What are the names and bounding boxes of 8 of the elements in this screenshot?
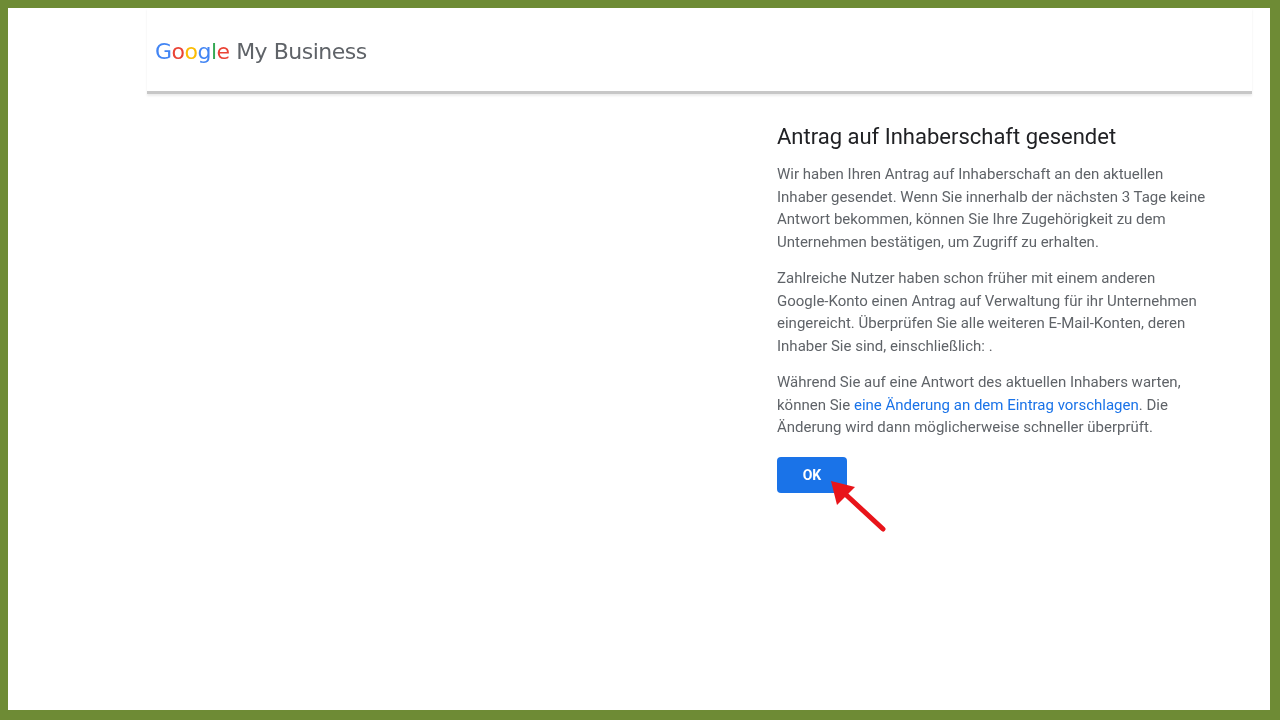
paragraph: Zahlreiche Nutzer haben schon früher mit einem anderen Google-Konto einen Antrag auf Verwaltung für ihr Unternehmen eingereicht. Überprüfen Sie alle weiteren E-Mail-Konten, deren Inhaber Sie sind, einschließlich: . [777, 268, 1198, 357]
dialog-title: Antrag auf Inhaberschaft gesendet [777, 124, 1118, 149]
logo: Google My Business [155, 39, 367, 64]
paragraph: Wir haben Ihren Antrag auf Inhaberschaft an den aktuellen Inhaber gesendet. Wenn Sie innerhalb der nächsten 3 Tage keine Antwort bekommen, können Sie Ihre Zugehörigkeit zu dem Unternehmen bestätigen, um Zugriff zu erhalten. [777, 164, 1207, 253]
pointer-arrow [829, 478, 887, 533]
suggest-edit-link[interactable]: eine Änderung an dem Eintrag vorschlagen [853, 395, 1139, 414]
ok-button[interactable]: OK [777, 456, 847, 493]
paragraph: Während Sie auf eine Antwort des aktuellen Inhabers warten, können Sie eine Änderung an dem Eintrag vorschlagen. Die Änderung wird dann möglicherweise schneller überprüft. [777, 372, 1182, 438]
